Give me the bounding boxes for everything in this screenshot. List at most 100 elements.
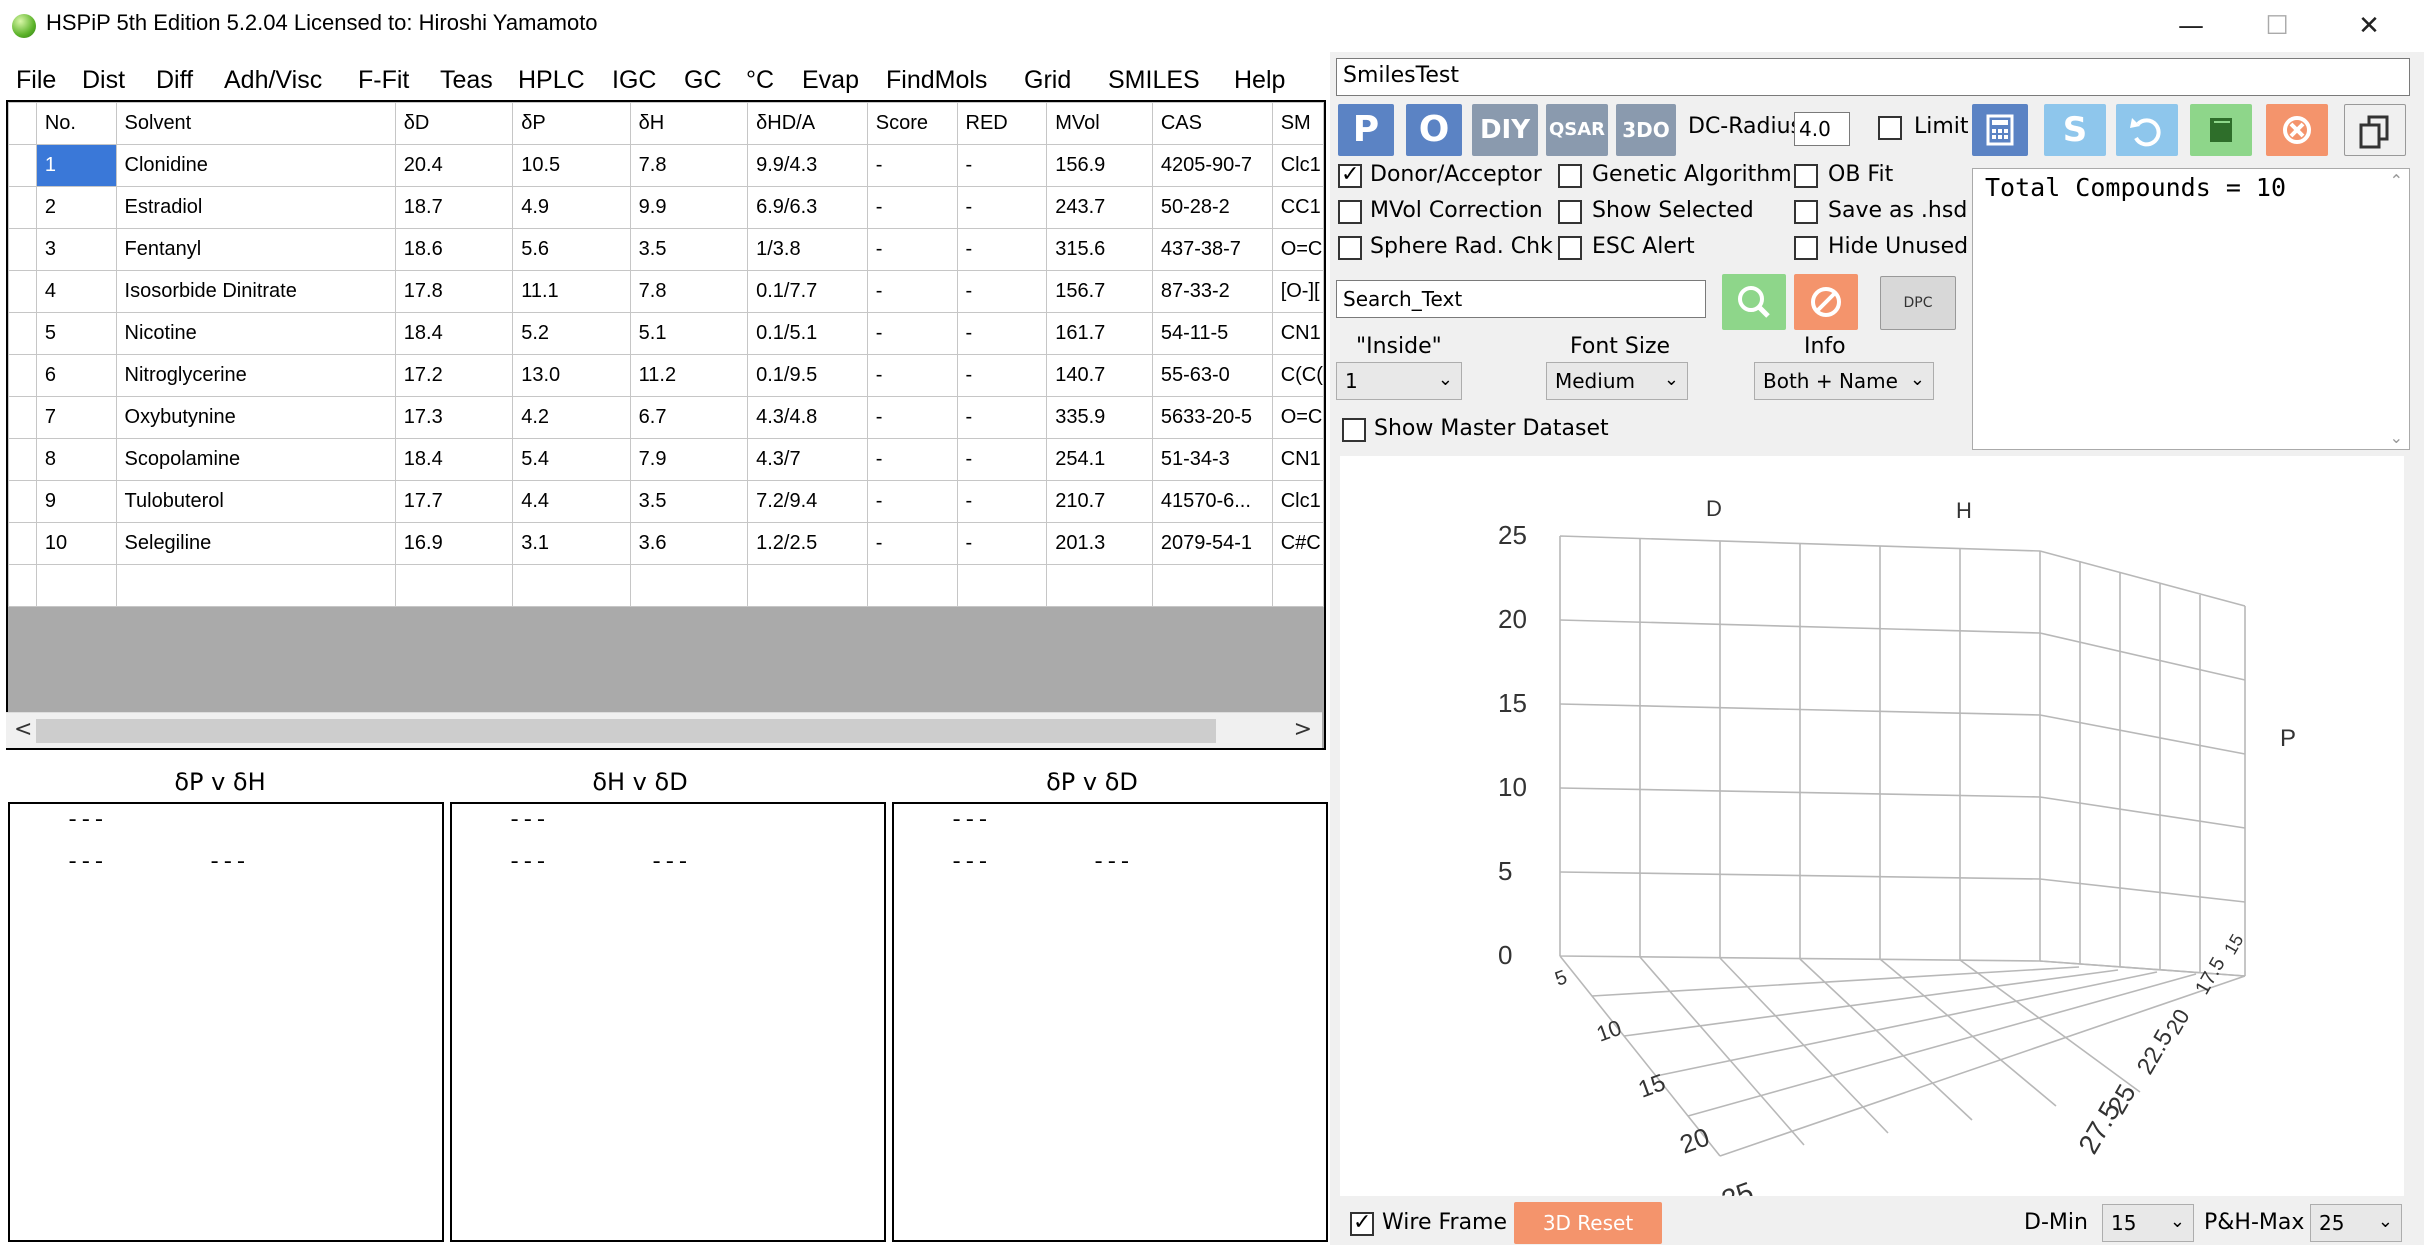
table-cell[interactable]: Scopolamine: [115, 438, 396, 481]
table-cell[interactable]: 7.9: [629, 438, 749, 481]
mvol-correction-checkbox[interactable]: [1338, 200, 1362, 224]
table-cell[interactable]: 5.6: [512, 228, 631, 271]
table-cell[interactable]: -: [956, 480, 1048, 523]
3d-reset-button[interactable]: 3D Reset: [1514, 1202, 1662, 1244]
table-cell[interactable]: [512, 564, 631, 607]
ob-fit-checkbox[interactable]: [1794, 164, 1818, 188]
table-cell[interactable]: 3.6: [629, 522, 749, 565]
table-cell[interactable]: -: [956, 354, 1048, 397]
row-number-cell[interactable]: 8: [35, 438, 117, 481]
table-cell[interactable]: -: [866, 396, 958, 439]
menu-gc[interactable]: GC: [684, 66, 722, 95]
table-row[interactable]: 5 Nicotine 18.4 5.2 5.1 0.1/5.1- -161.7 54-11-5…: [8, 312, 1324, 355]
menu-file[interactable]: File: [16, 66, 56, 95]
table-cell[interactable]: Oxybutynine: [115, 396, 396, 439]
table-cell[interactable]: Clonidine: [115, 144, 396, 187]
table-cell[interactable]: 7.2/9.4: [747, 480, 868, 523]
table-cell[interactable]: -: [956, 270, 1048, 313]
table-cell[interactable]: [O-][: [1271, 270, 1324, 313]
scroll-left-icon[interactable]: <: [14, 717, 32, 742]
row-selector[interactable]: [8, 396, 37, 439]
table-cell[interactable]: 4205-90-7: [1151, 144, 1273, 187]
table-cell[interactable]: -: [956, 438, 1048, 481]
column-header[interactable]: No.: [35, 102, 117, 145]
table-row[interactable]: 2 Estradiol 18.7 4.9 9.9 6.9/6.3- -243.7 50-28-…: [8, 186, 1324, 229]
table-cell[interactable]: -: [866, 480, 958, 523]
table-cell[interactable]: 0.1/5.1: [747, 312, 868, 355]
limit-checkbox[interactable]: [1878, 116, 1902, 140]
scroll-up-icon[interactable]: ⌃: [2390, 171, 2403, 190]
table-cell[interactable]: 156.7: [1046, 270, 1153, 313]
column-header[interactable]: SM: [1271, 102, 1324, 145]
table-cell[interactable]: 16.9: [394, 522, 514, 565]
close-button[interactable]: ✕: [2334, 4, 2404, 48]
column-header[interactable]: CAS: [1151, 102, 1273, 145]
table-cell[interactable]: CC1: [1271, 186, 1324, 229]
table-cell[interactable]: 4.3/4.8: [747, 396, 868, 439]
row-number-cell[interactable]: 1: [35, 144, 117, 187]
table-cell[interactable]: 161.7: [1046, 312, 1153, 355]
copy-button[interactable]: [2344, 104, 2406, 156]
calculator-button[interactable]: [1972, 104, 2028, 156]
table-cell[interactable]: [1046, 564, 1153, 607]
column-header[interactable]: Score: [866, 102, 958, 145]
table-cell[interactable]: [1151, 564, 1273, 607]
table-row[interactable]: 1 Clonidine 20.4 10.5 7.8 9.9/4.3- -156.9 4205-…: [8, 144, 1324, 187]
table-cell[interactable]: 17.7: [394, 480, 514, 523]
column-header[interactable]: δH: [629, 102, 749, 145]
table-cell[interactable]: 41570-6...: [1151, 480, 1273, 523]
table-cell[interactable]: 1.2/2.5: [747, 522, 868, 565]
table-cell[interactable]: -: [866, 522, 958, 565]
table-cell[interactable]: O=C: [1271, 228, 1324, 271]
row-selector[interactable]: [8, 312, 37, 355]
info-textbox[interactable]: Total Compounds = 10 ⌃ ⌄: [1972, 168, 2410, 450]
row-selector[interactable]: [8, 438, 37, 481]
o-button[interactable]: O: [1406, 104, 1462, 156]
table-cell[interactable]: -: [956, 186, 1048, 229]
row-number-cell[interactable]: 4: [35, 270, 117, 313]
table-cell[interactable]: -: [956, 144, 1048, 187]
table-cell[interactable]: 3.5: [629, 480, 749, 523]
font-size-select[interactable]: Medium ⌄: [1546, 362, 1688, 400]
table-cell[interactable]: 20.4: [394, 144, 514, 187]
menu-smiles[interactable]: SMILES: [1108, 66, 1200, 95]
table-row[interactable]: 3 Fentanyl 18.6 5.6 3.5 1/3.8- -315.6 437-38-7 O…: [8, 228, 1324, 271]
table-cell[interactable]: 1/3.8: [747, 228, 868, 271]
table-cell[interactable]: 18.4: [394, 438, 514, 481]
solvent-grid[interactable]: No. Solvent δD δP δH δHD/A Score RED MVo…: [6, 100, 1326, 750]
table-cell[interactable]: Nitroglycerine: [115, 354, 396, 397]
table-cell[interactable]: 18.7: [394, 186, 514, 229]
book-button[interactable]: [2190, 104, 2252, 156]
table-cell[interactable]: 315.6: [1046, 228, 1153, 271]
table-cell[interactable]: 87-33-2: [1151, 270, 1273, 313]
plot-p-vs-d[interactable]: --- --- ---: [892, 802, 1328, 1242]
table-cell[interactable]: 6.7: [629, 396, 749, 439]
table-row[interactable]: 10 Selegiline 16.9 3.1 3.6 1.2/2.5- -201.3 2079…: [8, 522, 1324, 565]
table-cell[interactable]: 11.1: [512, 270, 631, 313]
row-selector[interactable]: [8, 186, 37, 229]
menu-evap[interactable]: Evap: [802, 66, 859, 95]
table-cell[interactable]: -: [866, 438, 958, 481]
row-selector[interactable]: [8, 522, 37, 565]
table-cell[interactable]: Tulobuterol: [115, 480, 396, 523]
table-cell[interactable]: 7.8: [629, 270, 749, 313]
table-cell[interactable]: 6.9/6.3: [747, 186, 868, 229]
table-cell[interactable]: [35, 564, 117, 607]
table-cell[interactable]: 4.4: [512, 480, 631, 523]
search-input[interactable]: Search_Text: [1336, 280, 1706, 318]
table-row[interactable]: 8 Scopolamine 18.4 5.4 7.9 4.3/7- -254.1 51-34-…: [8, 438, 1324, 481]
table-cell[interactable]: CN1: [1271, 312, 1324, 355]
scroll-down-icon[interactable]: ⌄: [2390, 428, 2403, 447]
table-cell[interactable]: -: [866, 354, 958, 397]
table-cell[interactable]: 5.2: [512, 312, 631, 355]
table-cell[interactable]: -: [866, 270, 958, 313]
table-cell[interactable]: 5.4: [512, 438, 631, 481]
table-cell[interactable]: [747, 564, 868, 607]
diy-button[interactable]: DIY: [1472, 104, 1538, 156]
table-cell[interactable]: [115, 564, 396, 607]
table-cell[interactable]: -: [956, 228, 1048, 271]
table-cell[interactable]: O=C: [1271, 396, 1324, 439]
table-cell[interactable]: 18.4: [394, 312, 514, 355]
column-header[interactable]: δHD/A: [747, 102, 868, 145]
menu-help[interactable]: Help: [1234, 66, 1285, 95]
